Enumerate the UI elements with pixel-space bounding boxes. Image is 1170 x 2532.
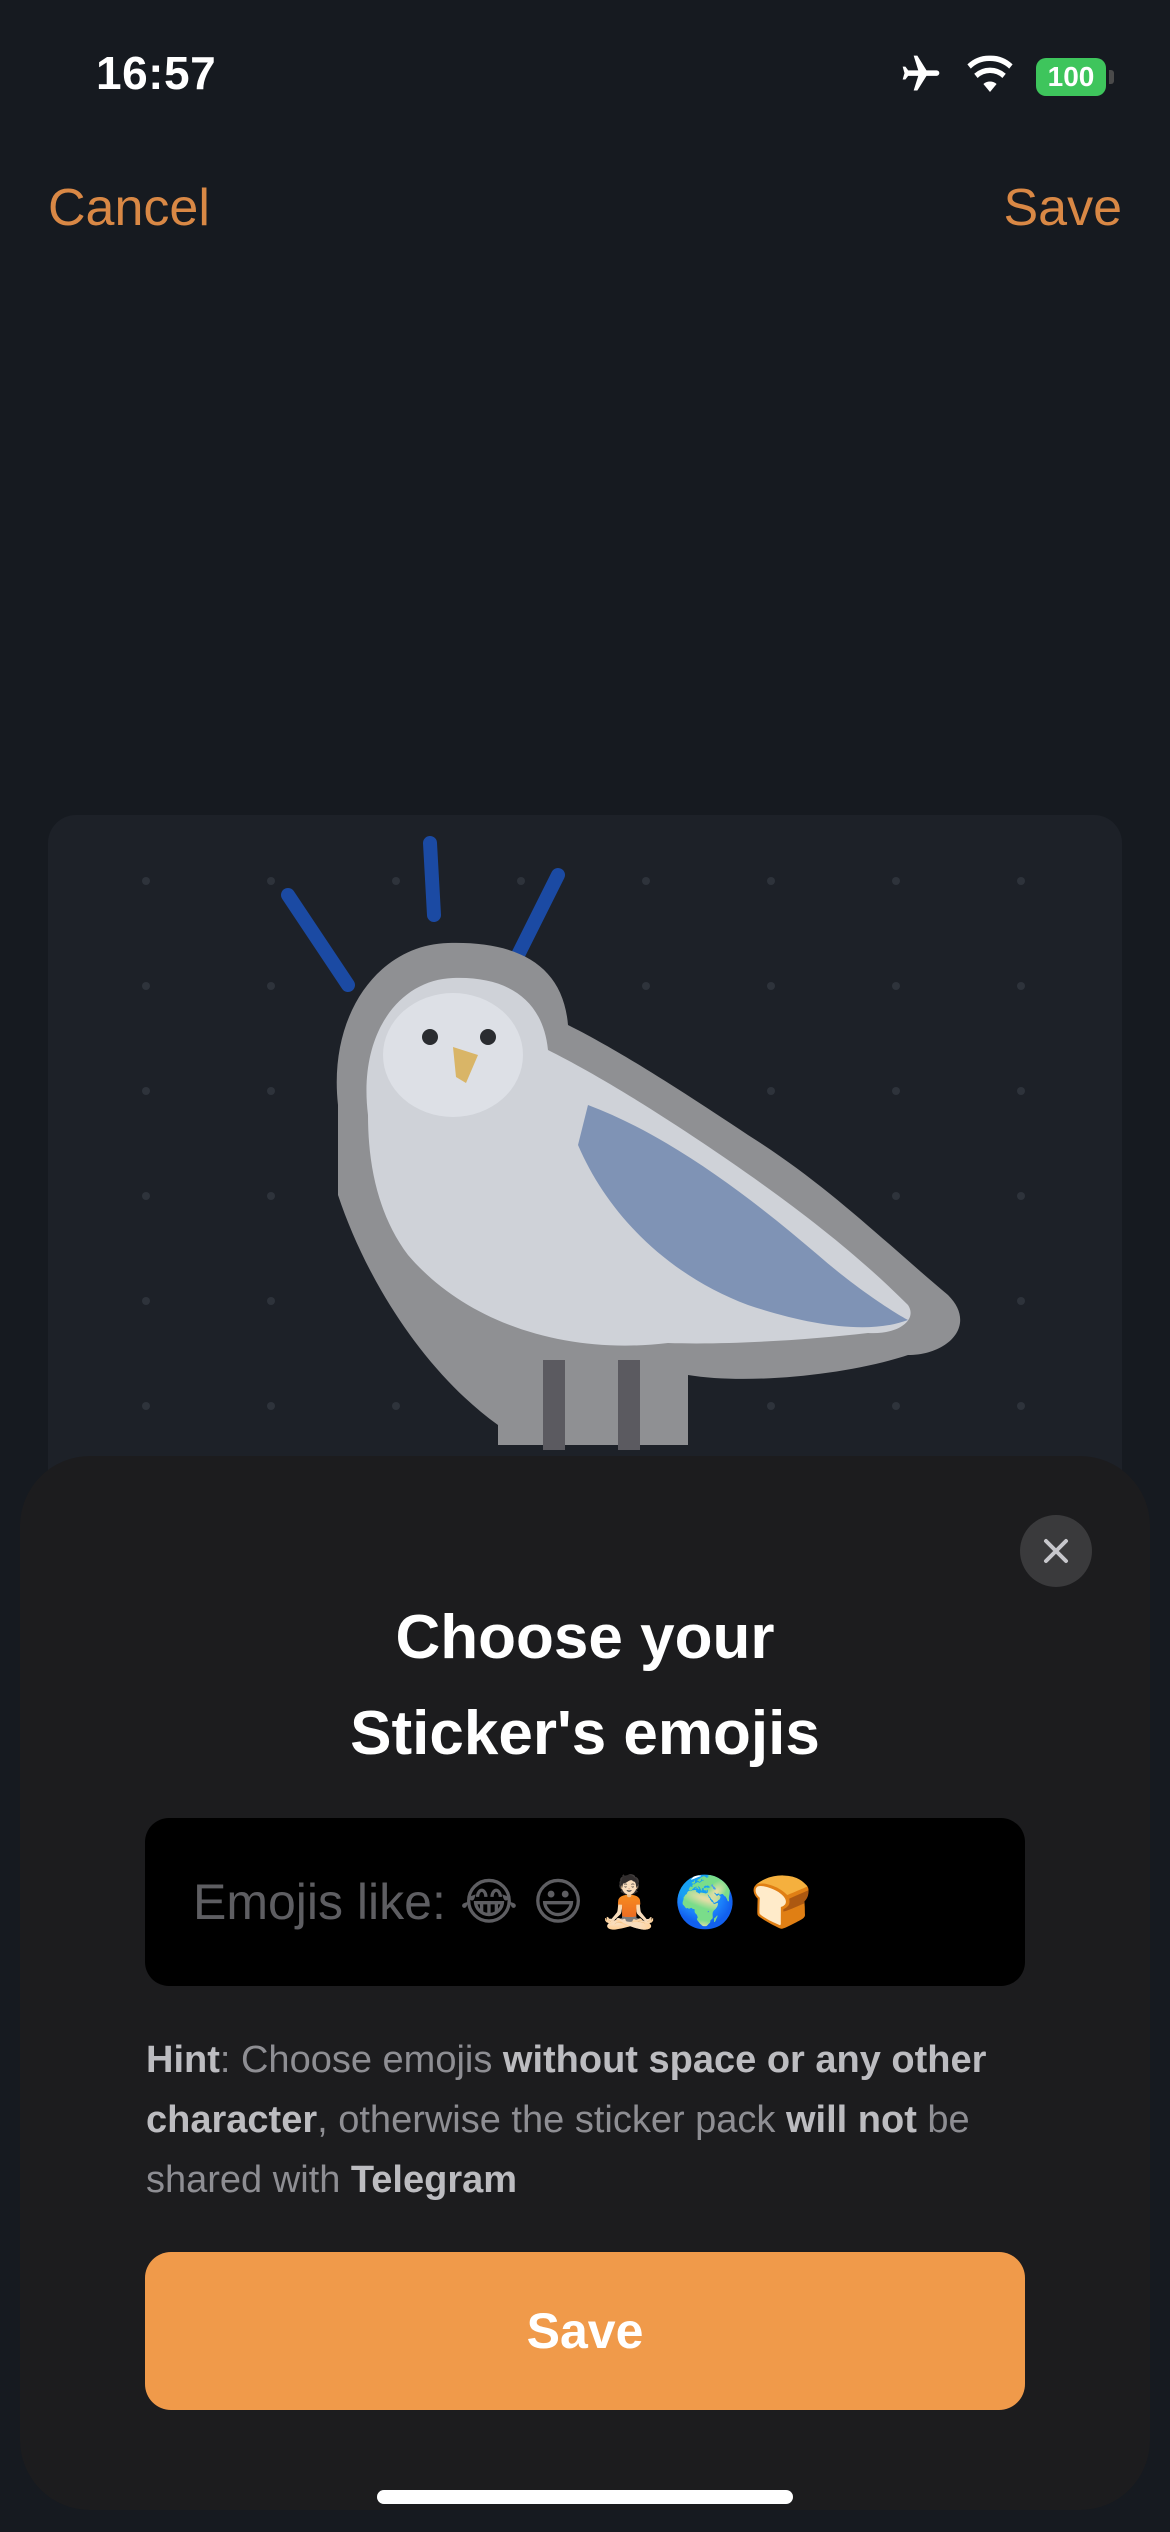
cancel-button[interactable]: Cancel — [48, 178, 210, 238]
close-button[interactable] — [1020, 1515, 1092, 1587]
home-indicator — [377, 2490, 793, 2504]
hint-telegram: Telegram — [350, 2159, 518, 2201]
status-bar: 16:57 100 — [0, 0, 1170, 150]
sheet-title: Choose your Sticker's emojis — [0, 1590, 1170, 1782]
emoji-input-placeholder: Emojis like: 😂 😃 🧘🏻 🌍 🍞 — [193, 1873, 813, 1930]
hint-part: : Choose emojis — [219, 2039, 503, 2081]
airplane-icon — [898, 52, 944, 101]
battery-level: 100 — [1036, 57, 1106, 96]
hint-text: Hint: Choose emojis without space or any… — [146, 2030, 1026, 2210]
battery-cap — [1109, 69, 1114, 84]
sheet-title-line2: Sticker's emojis — [350, 1699, 820, 1768]
status-icons: 100 — [898, 52, 1114, 101]
sheet-title-line1: Choose your — [395, 1603, 775, 1672]
save-button[interactable]: Save — [145, 2252, 1025, 2410]
wifi-icon — [966, 54, 1014, 99]
hint-part: , otherwise the sticker pack — [317, 2099, 786, 2141]
battery-icon: 100 — [1036, 57, 1114, 96]
emoji-input[interactable]: Emojis like: 😂 😃 🧘🏻 🌍 🍞 — [145, 1818, 1025, 1986]
close-icon — [1044, 1539, 1068, 1563]
nav-save-button[interactable]: Save — [1003, 178, 1122, 238]
hint-label: Hint — [146, 2039, 220, 2081]
status-time: 16:57 — [96, 47, 217, 99]
hint-emphasis: will not — [785, 2099, 917, 2141]
